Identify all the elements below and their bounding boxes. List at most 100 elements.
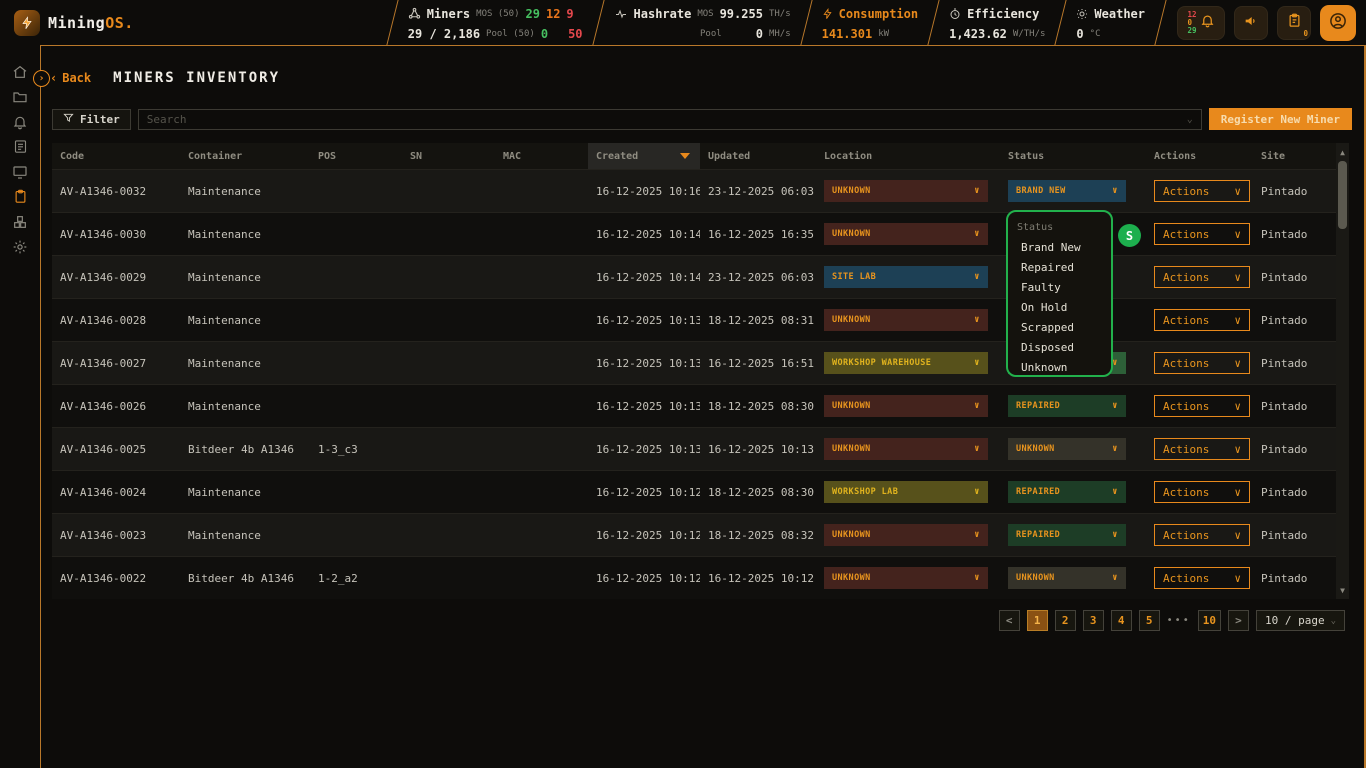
hashrate-mos-label: MOS	[697, 9, 713, 19]
table-scrollbar[interactable]: ▲ ▼	[1336, 143, 1349, 599]
location-dropdown[interactable]: UNKNOWN∨	[824, 438, 988, 460]
status-dropdown-trigger[interactable]: REPAIRED∨	[1008, 524, 1126, 546]
table-row[interactable]: AV-A1346-0029Maintenance16-12-2025 10:14…	[52, 255, 1336, 298]
page-title: MINERS INVENTORY	[113, 70, 280, 86]
stat-consumption[interactable]: Consumption 141.301 kW	[809, 0, 931, 45]
cell-container: Maintenance	[180, 271, 310, 284]
cell-code: AV-A1346-0022	[52, 572, 180, 585]
sidebar-item-settings[interactable]	[0, 234, 40, 259]
column-header-created[interactable]: Created	[588, 143, 700, 169]
status-option-faulty[interactable]: Faulty	[1008, 277, 1111, 297]
sidebar-item-modules[interactable]	[0, 209, 40, 234]
actions-button[interactable]: Actions∨	[1154, 395, 1250, 417]
location-dropdown[interactable]: UNKNOWN∨	[824, 567, 988, 589]
back-button[interactable]: ‹ Back	[50, 71, 91, 85]
weather-sun-icon	[1076, 5, 1088, 24]
location-dropdown[interactable]: UNKNOWN∨	[824, 524, 988, 546]
column-header-code[interactable]: Code	[52, 151, 180, 162]
chevron-down-icon[interactable]: ⌄	[1187, 114, 1193, 125]
table-row[interactable]: AV-A1346-0023Maintenance16-12-2025 10:12…	[52, 513, 1336, 556]
page-size-select[interactable]: 10 / page⌄	[1256, 610, 1345, 631]
status-dropdown-trigger[interactable]: UNKNOWN∨	[1008, 438, 1126, 460]
sidebar-item-folders[interactable]	[0, 84, 40, 109]
stat-miners[interactable]: Miners MOS (50) 29 12 9 29 / 2,186 Pool …	[395, 0, 596, 45]
stat-weather[interactable]: Weather 0 °C	[1063, 0, 1158, 45]
status-dropdown-trigger[interactable]: UNKNOWN∨	[1008, 567, 1126, 589]
sidebar-collapse-button[interactable]: ›	[33, 70, 50, 87]
actions-button[interactable]: Actions∨	[1154, 180, 1250, 202]
pagination-next-button[interactable]: >	[1228, 610, 1249, 631]
location-dropdown[interactable]: WORKSHOP WAREHOUSE∨	[824, 352, 988, 374]
pagination-prev-button[interactable]: <	[999, 610, 1020, 631]
table-row[interactable]: AV-A1346-0026Maintenance16-12-2025 10:13…	[52, 384, 1336, 427]
scrollbar-thumb[interactable]	[1338, 161, 1347, 229]
status-option-on-hold[interactable]: On Hold	[1008, 297, 1111, 317]
column-header-updated[interactable]: Updated	[700, 151, 816, 162]
table-row[interactable]: AV-A1346-0032Maintenance16-12-2025 10:16…	[52, 169, 1336, 212]
status-option-unknown[interactable]: Unknown	[1008, 357, 1111, 377]
table-row[interactable]: AV-A1346-0025Bitdeer 4b A13461-3_c316-12…	[52, 427, 1336, 470]
status-option-repaired[interactable]: Repaired	[1008, 257, 1111, 277]
location-dropdown[interactable]: UNKNOWN∨	[824, 395, 988, 417]
actions-button[interactable]: Actions∨	[1154, 266, 1250, 288]
sidebar-item-notifications[interactable]	[0, 109, 40, 134]
cell-updated: 23-12-2025 06:03	[700, 271, 816, 284]
column-header-site[interactable]: Site	[1253, 151, 1336, 162]
miners-pool-online: 0	[541, 27, 548, 41]
status-option-scrapped[interactable]: Scrapped	[1008, 317, 1111, 337]
scroll-down-icon[interactable]: ▼	[1336, 583, 1349, 597]
status-dropdown-trigger[interactable]: REPAIRED∨	[1008, 481, 1126, 503]
pagination-page-2[interactable]: 2	[1055, 610, 1076, 631]
table-row[interactable]: AV-A1346-0022Bitdeer 4b A13461-2_a216-12…	[52, 556, 1336, 599]
audio-button[interactable]	[1234, 6, 1268, 40]
profile-button[interactable]	[1320, 5, 1356, 41]
status-option-disposed[interactable]: Disposed	[1008, 337, 1111, 357]
cell-created: 16-12-2025 10:12	[588, 486, 700, 499]
actions-button[interactable]: Actions∨	[1154, 438, 1250, 460]
table-row[interactable]: AV-A1346-0024Maintenance16-12-2025 10:12…	[52, 470, 1336, 513]
register-new-miner-button[interactable]: Register New Miner	[1209, 108, 1352, 130]
column-header-pos[interactable]: POS	[310, 151, 402, 162]
column-header-container[interactable]: Container	[180, 151, 310, 162]
actions-button[interactable]: Actions∨	[1154, 567, 1250, 589]
actions-button[interactable]: Actions∨	[1154, 223, 1250, 245]
scroll-up-icon[interactable]: ▲	[1336, 145, 1349, 159]
location-dropdown[interactable]: SITE LAB∨	[824, 266, 988, 288]
location-dropdown[interactable]: UNKNOWN∨	[824, 223, 988, 245]
table-row[interactable]: AV-A1346-0030Maintenance16-12-2025 10:14…	[52, 212, 1336, 255]
stat-efficiency[interactable]: Efficiency 1,423.62 W/TH/s	[936, 0, 1058, 45]
pagination-page-1[interactable]: 1	[1027, 610, 1048, 631]
tasks-button[interactable]: 0	[1277, 6, 1311, 40]
location-dropdown[interactable]: WORKSHOP LAB∨	[824, 481, 988, 503]
column-header-sn[interactable]: SN	[402, 151, 495, 162]
actions-button[interactable]: Actions∨	[1154, 481, 1250, 503]
cell-actions: Actions∨	[1146, 567, 1253, 589]
table-row[interactable]: AV-A1346-0028Maintenance16-12-2025 10:13…	[52, 298, 1336, 341]
table-row[interactable]: AV-A1346-0027Maintenance16-12-2025 10:13…	[52, 341, 1336, 384]
pagination-page-4[interactable]: 4	[1111, 610, 1132, 631]
column-header-actions[interactable]: Actions	[1146, 151, 1253, 162]
status-option-brand-new[interactable]: Brand New	[1008, 237, 1111, 257]
location-dropdown[interactable]: UNKNOWN∨	[824, 180, 988, 202]
column-header-status[interactable]: Status	[1000, 151, 1146, 162]
actions-button[interactable]: Actions∨	[1154, 524, 1250, 546]
actions-button[interactable]: Actions∨	[1154, 352, 1250, 374]
pagination-page-5[interactable]: 5	[1139, 610, 1160, 631]
actions-button[interactable]: Actions∨	[1154, 309, 1250, 331]
filter-button[interactable]: Filter	[52, 109, 131, 130]
status-dropdown-trigger[interactable]: BRAND NEW∨	[1008, 180, 1126, 202]
notifications-button[interactable]: 12 0 29	[1177, 6, 1225, 40]
stat-hashrate[interactable]: Hashrate MOS 99.255 TH/s Pool 0 MH/s	[601, 0, 804, 45]
search-input[interactable]	[147, 113, 1187, 126]
location-dropdown[interactable]: UNKNOWN∨	[824, 309, 988, 331]
app-logo[interactable]: MiningOS.	[14, 10, 134, 36]
status-dropdown-trigger[interactable]: REPAIRED∨	[1008, 395, 1126, 417]
pagination-page-10[interactable]: 10	[1198, 610, 1221, 631]
sidebar-item-inventory[interactable]	[0, 184, 40, 209]
column-header-mac[interactable]: MAC	[495, 151, 588, 162]
pagination-page-3[interactable]: 3	[1083, 610, 1104, 631]
cell-status: UNKNOWN∨	[1000, 567, 1146, 589]
sidebar-item-documents[interactable]	[0, 134, 40, 159]
sidebar-item-monitoring[interactable]	[0, 159, 40, 184]
column-header-location[interactable]: Location	[816, 151, 1000, 162]
